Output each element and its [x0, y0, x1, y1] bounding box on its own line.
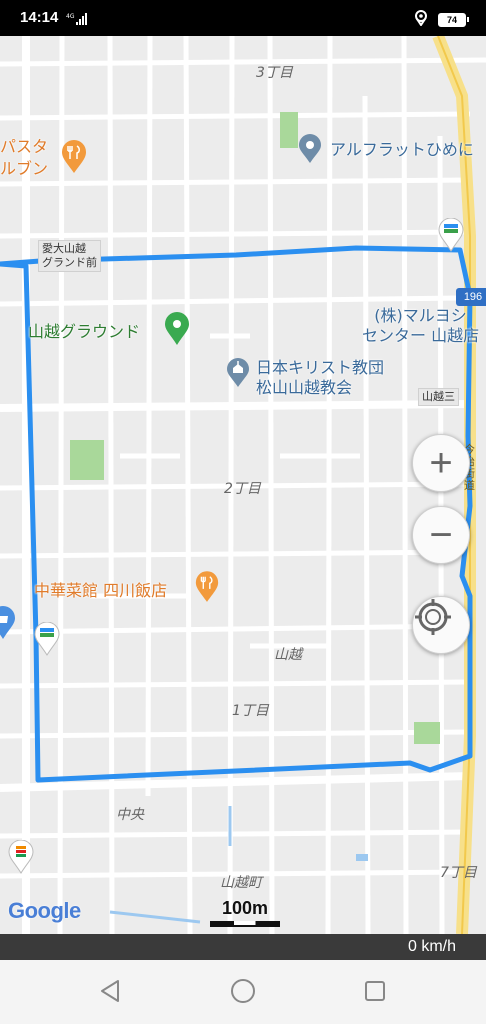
area-label: 3丁目 — [256, 65, 293, 81]
area-label: 1丁目 — [232, 703, 269, 719]
area-label: 山越町 — [220, 875, 262, 891]
back-triangle-icon — [98, 978, 122, 1008]
map-view[interactable]: 3丁目 2丁目 山越 1丁目 中央 山越町 7丁目 パスタ ルブン アルフラット… — [0, 36, 486, 934]
status-bar: 14:14 4G 74 — [0, 0, 486, 36]
poi-pasta[interactable]: パスタ ルブン — [0, 136, 48, 180]
poi-label: パスタ — [0, 137, 49, 156]
back-button[interactable] — [93, 976, 127, 1010]
stop-label-aidai[interactable]: 愛大山越 グランド前 — [38, 240, 101, 272]
poi-maruyoshi[interactable]: (株)マルヨシ センター 山越店 — [362, 306, 479, 346]
route-shield: 196 — [456, 288, 486, 306]
park-area — [280, 112, 298, 148]
plus-icon: + — [429, 441, 453, 485]
poi-label: 日本キリスト教団 — [256, 358, 385, 377]
poi-chuka[interactable]: 中華菜館 四川飯店 — [34, 580, 167, 602]
poi-label: ルブン — [0, 159, 49, 178]
scale-bar: 100m — [210, 898, 280, 927]
speed-readout: 0 km/h — [407, 938, 456, 955]
poi-label: (株)マルヨシ — [374, 306, 467, 325]
system-nav-bar — [0, 960, 486, 1024]
zoom-out-button[interactable]: − — [412, 506, 470, 564]
area-label: 中央 — [116, 807, 144, 823]
recents-square-icon — [363, 979, 387, 1007]
poi-alflat[interactable]: アルフラットひめに — [330, 140, 474, 160]
battery-level: 74 — [446, 15, 457, 25]
scale-ruler — [210, 921, 280, 927]
poi-church[interactable]: 日本キリスト教団 松山山越教会 — [256, 358, 384, 398]
home-circle-icon — [229, 977, 257, 1009]
speed-bar: 0 km/h — [0, 934, 486, 960]
park-area — [414, 722, 440, 744]
google-logo-text: Google — [8, 898, 81, 923]
area-label: 2丁目 — [224, 481, 261, 497]
area-label: 7丁目 — [440, 865, 477, 881]
stop-label-line: グランド前 — [42, 256, 97, 269]
recents-button[interactable] — [358, 976, 392, 1010]
area-label: 山越 — [274, 647, 302, 663]
google-logo: Google — [8, 898, 81, 924]
zoom-in-button[interactable]: + — [412, 434, 470, 492]
minus-icon: − — [429, 513, 453, 557]
poi-label: 松山山越教会 — [256, 378, 353, 397]
my-location-button[interactable] — [412, 596, 470, 654]
location-pin-icon — [414, 10, 428, 30]
home-button[interactable] — [226, 976, 260, 1010]
poi-yamagoe-ground[interactable]: 山越グラウンド — [28, 318, 140, 342]
svg-text:4G: 4G — [66, 13, 75, 20]
battery-icon: 74 — [438, 13, 469, 27]
poi-label: センター 山越店 — [362, 326, 480, 345]
stop-label-yamagoe3[interactable]: 山越三 — [418, 388, 459, 406]
signal-icon: 4G — [66, 12, 88, 28]
scale-text: 100m — [221, 898, 269, 918]
status-time: 14:14 — [20, 9, 59, 26]
park-area — [70, 440, 104, 480]
stop-label-line: 愛大山越 — [42, 242, 86, 255]
